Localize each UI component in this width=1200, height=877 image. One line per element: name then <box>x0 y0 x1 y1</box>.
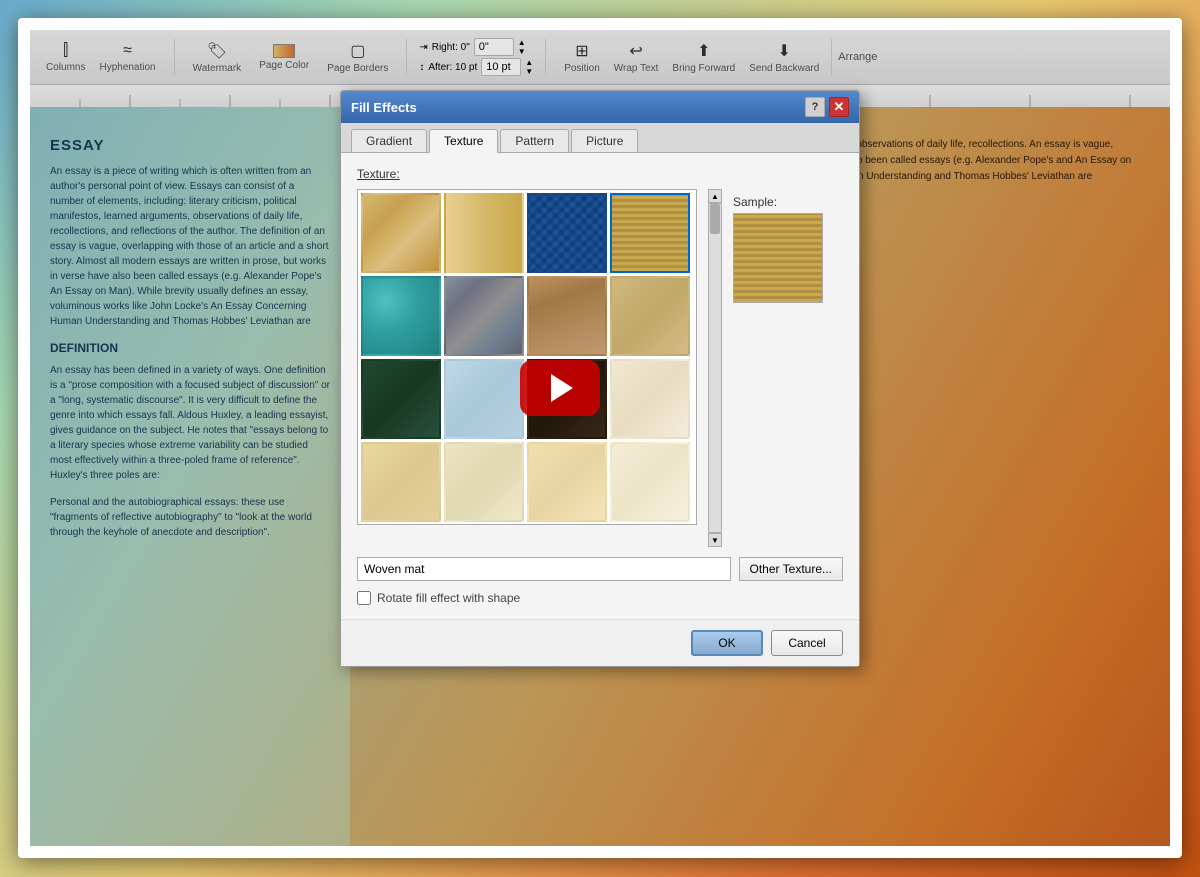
tab-pattern[interactable]: Pattern <box>500 129 569 152</box>
dialog-controls: ? ✕ <box>805 97 849 117</box>
dialog-title-text: Fill Effects <box>351 100 417 115</box>
texture-name-input[interactable] <box>357 557 731 581</box>
texture-grid <box>357 189 697 525</box>
dialog-body: Texture: <box>341 153 859 619</box>
dialog-title-left: Fill Effects <box>351 100 417 115</box>
texture-cell-2[interactable] <box>527 193 607 273</box>
rotate-fill-label: Rotate fill effect with shape <box>377 591 520 605</box>
scrollbar-down-arrow[interactable]: ▼ <box>708 533 722 547</box>
texture-section-label: Texture: <box>357 167 843 181</box>
texture-name-row: Other Texture... <box>357 557 843 581</box>
dialog-help-button[interactable]: ? <box>805 97 825 117</box>
sample-label: Sample: <box>733 195 823 209</box>
tab-gradient[interactable]: Gradient <box>351 129 427 152</box>
texture-cell-11[interactable] <box>610 359 690 439</box>
rotate-checkbox-row: Rotate fill effect with shape <box>357 591 843 605</box>
scrollbar-up-arrow[interactable]: ▲ <box>708 189 722 203</box>
texture-grid-container: ▲ ▼ Sample: <box>357 189 843 547</box>
texture-scrollbar: ▲ ▼ <box>707 189 723 547</box>
texture-cell-7[interactable] <box>610 276 690 356</box>
dialog-footer: OK Cancel <box>341 619 859 666</box>
youtube-play-overlay[interactable] <box>520 360 600 416</box>
texture-cell-14[interactable] <box>527 442 607 522</box>
dialog-overlay: Fill Effects ? ✕ Gradient Texture Patter… <box>30 30 1170 846</box>
rotate-fill-checkbox[interactable] <box>357 591 371 605</box>
dialog-titlebar: Fill Effects ? ✕ <box>341 91 859 123</box>
texture-cell-5[interactable] <box>444 276 524 356</box>
ok-button[interactable]: OK <box>691 630 763 656</box>
texture-cell-15[interactable] <box>610 442 690 522</box>
cancel-button[interactable]: Cancel <box>771 630 843 656</box>
texture-cell-3[interactable] <box>610 193 690 273</box>
texture-cell-4[interactable] <box>361 276 441 356</box>
texture-cell-13[interactable] <box>444 442 524 522</box>
sample-area: Sample: <box>733 195 823 547</box>
polaroid-frame: ⫿ Columns ≈ Hyphenation 🏷 Watermark Page… <box>18 18 1182 858</box>
texture-cell-6[interactable] <box>527 276 607 356</box>
texture-cell-0[interactable] <box>361 193 441 273</box>
texture-cell-9[interactable] <box>444 359 524 439</box>
other-texture-button[interactable]: Other Texture... <box>739 557 843 581</box>
fill-effects-dialog: Fill Effects ? ✕ Gradient Texture Patter… <box>340 90 860 667</box>
dialog-close-button[interactable]: ✕ <box>829 97 849 117</box>
sample-box <box>733 213 823 303</box>
tab-picture[interactable]: Picture <box>571 129 638 152</box>
youtube-play-icon <box>551 374 573 402</box>
tab-texture[interactable]: Texture <box>429 129 498 153</box>
scrollbar-thumb[interactable] <box>710 204 720 234</box>
texture-cell-1[interactable] <box>444 193 524 273</box>
texture-cell-8[interactable] <box>361 359 441 439</box>
dialog-tabs: Gradient Texture Pattern Picture <box>341 123 859 153</box>
scrollbar-track[interactable] <box>708 203 722 533</box>
texture-cell-12[interactable] <box>361 442 441 522</box>
